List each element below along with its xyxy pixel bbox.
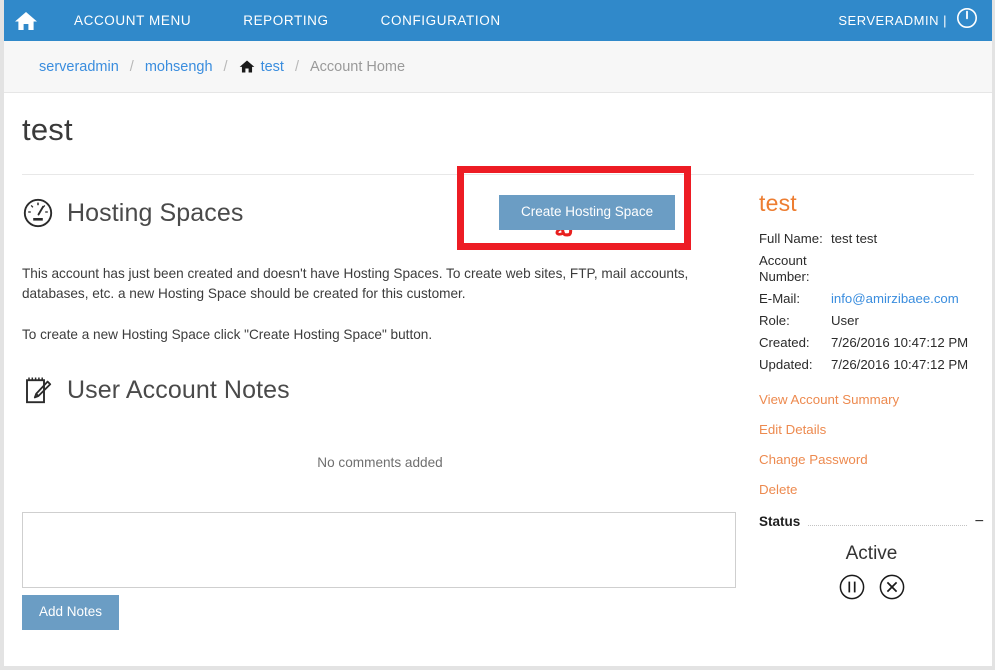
account-info-sidebar: test Full Name: test test Account Number… — [759, 190, 984, 601]
power-icon[interactable] — [956, 7, 978, 34]
field-value-role: User — [831, 313, 859, 328]
account-details-table: Full Name: test test Account Number: E-M… — [759, 228, 984, 376]
nav-right-group: SERVERADMIN | — [838, 7, 992, 34]
breadcrumb: serveradmin / mohsengh / test / Account … — [4, 41, 992, 93]
create-hosting-space-button[interactable]: Create Hosting Space — [499, 195, 676, 230]
breadcrumb-separator: / — [129, 58, 134, 75]
notes-textarea[interactable] — [22, 512, 736, 588]
email-link[interactable]: info@amirzibaee.com — [831, 291, 959, 306]
pause-circle-icon[interactable] — [838, 573, 866, 601]
view-account-summary-link[interactable]: View Account Summary — [759, 392, 984, 407]
hosting-description-paragraph-2: To create a new Hosting Space click "Cre… — [22, 327, 433, 342]
home-icon — [14, 10, 38, 32]
breadcrumb-separator: / — [223, 58, 228, 75]
gauge-icon — [22, 197, 54, 229]
hosting-spaces-title: Hosting Spaces — [67, 198, 244, 227]
field-label-created: Created: — [759, 335, 810, 350]
page-title: test — [22, 112, 73, 147]
edit-details-link[interactable]: Edit Details — [759, 422, 984, 437]
breadcrumb-item-test[interactable]: test — [261, 59, 284, 75]
title-divider — [22, 174, 974, 175]
field-value-email: info@amirzibaee.com — [831, 288, 984, 310]
table-row: Created: 7/26/2016 10:47:12 PM — [759, 332, 984, 354]
status-action-icons — [759, 573, 984, 601]
table-row: Updated: 7/26/2016 10:47:12 PM — [759, 354, 984, 376]
field-value-updated: 7/26/2016 10:47:12 PM — [831, 357, 969, 372]
breadcrumb-item-mohsengh[interactable]: mohsengh — [145, 59, 213, 75]
current-user-label[interactable]: SERVERADMIN | — [838, 13, 947, 28]
nav-item-configuration[interactable]: CONFIGURATION — [355, 0, 527, 41]
field-label-role: Role: — [759, 313, 790, 328]
status-section-body: Active — [759, 543, 984, 601]
field-value-created: 7/26/2016 10:47:12 PM — [831, 335, 969, 350]
nav-item-account-menu[interactable]: ACCOUNT MENU — [48, 0, 217, 41]
table-row: Full Name: test test — [759, 228, 984, 250]
status-collapse-toggle[interactable]: − — [975, 514, 984, 529]
home-button[interactable] — [4, 0, 48, 41]
account-action-links: View Account Summary Edit Details Change… — [759, 392, 984, 497]
table-row: E-Mail: info@amirzibaee.com — [759, 288, 984, 310]
user-account-notes-title: User Account Notes — [67, 375, 290, 404]
user-account-notes-header: User Account Notes — [22, 367, 738, 413]
field-label-full-name: Full Name: — [759, 231, 823, 246]
hosting-description-paragraph-1: This account has just been created and d… — [22, 266, 689, 301]
create-hosting-space-button-wrapper: Create Hosting Space — [499, 195, 676, 230]
top-navigation-bar: ACCOUNT MENU REPORTING CONFIGURATION SER… — [4, 0, 992, 41]
breadcrumb-item-serveradmin[interactable]: serveradmin — [39, 59, 119, 75]
left-column: Hosting Spaces This account has just bee… — [22, 190, 738, 630]
field-value-account-number — [831, 250, 984, 288]
field-label-email: E-Mail: — [759, 291, 801, 306]
field-label-account-number: Account Number: — [759, 253, 810, 284]
breadcrumb-separator: / — [294, 58, 299, 75]
nav-item-reporting[interactable]: REPORTING — [217, 0, 354, 41]
table-row: Role: User — [759, 310, 984, 332]
breadcrumb-home-icon — [239, 59, 255, 74]
close-circle-icon[interactable] — [878, 573, 906, 601]
delete-link[interactable]: Delete — [759, 482, 984, 497]
no-comments-message: No comments added — [317, 455, 443, 470]
sidebar-title: test — [759, 190, 797, 216]
content-area: test نه Create Hosting Space — [4, 94, 992, 666]
add-notes-button[interactable]: Add Notes — [22, 595, 120, 630]
field-label-updated: Updated: — [759, 357, 813, 372]
status-badge: Active — [845, 543, 898, 564]
notepad-pencil-icon — [22, 374, 54, 406]
status-section-label: Status — [759, 514, 801, 529]
change-password-link[interactable]: Change Password — [759, 452, 984, 467]
field-value-full-name: test test — [831, 231, 878, 246]
status-dotted-leader — [808, 525, 967, 526]
status-section-header: Status − — [759, 514, 984, 529]
table-row: Account Number: — [759, 250, 984, 288]
app-window: ACCOUNT MENU REPORTING CONFIGURATION SER… — [0, 0, 995, 670]
breadcrumb-current: Account Home — [309, 58, 406, 75]
